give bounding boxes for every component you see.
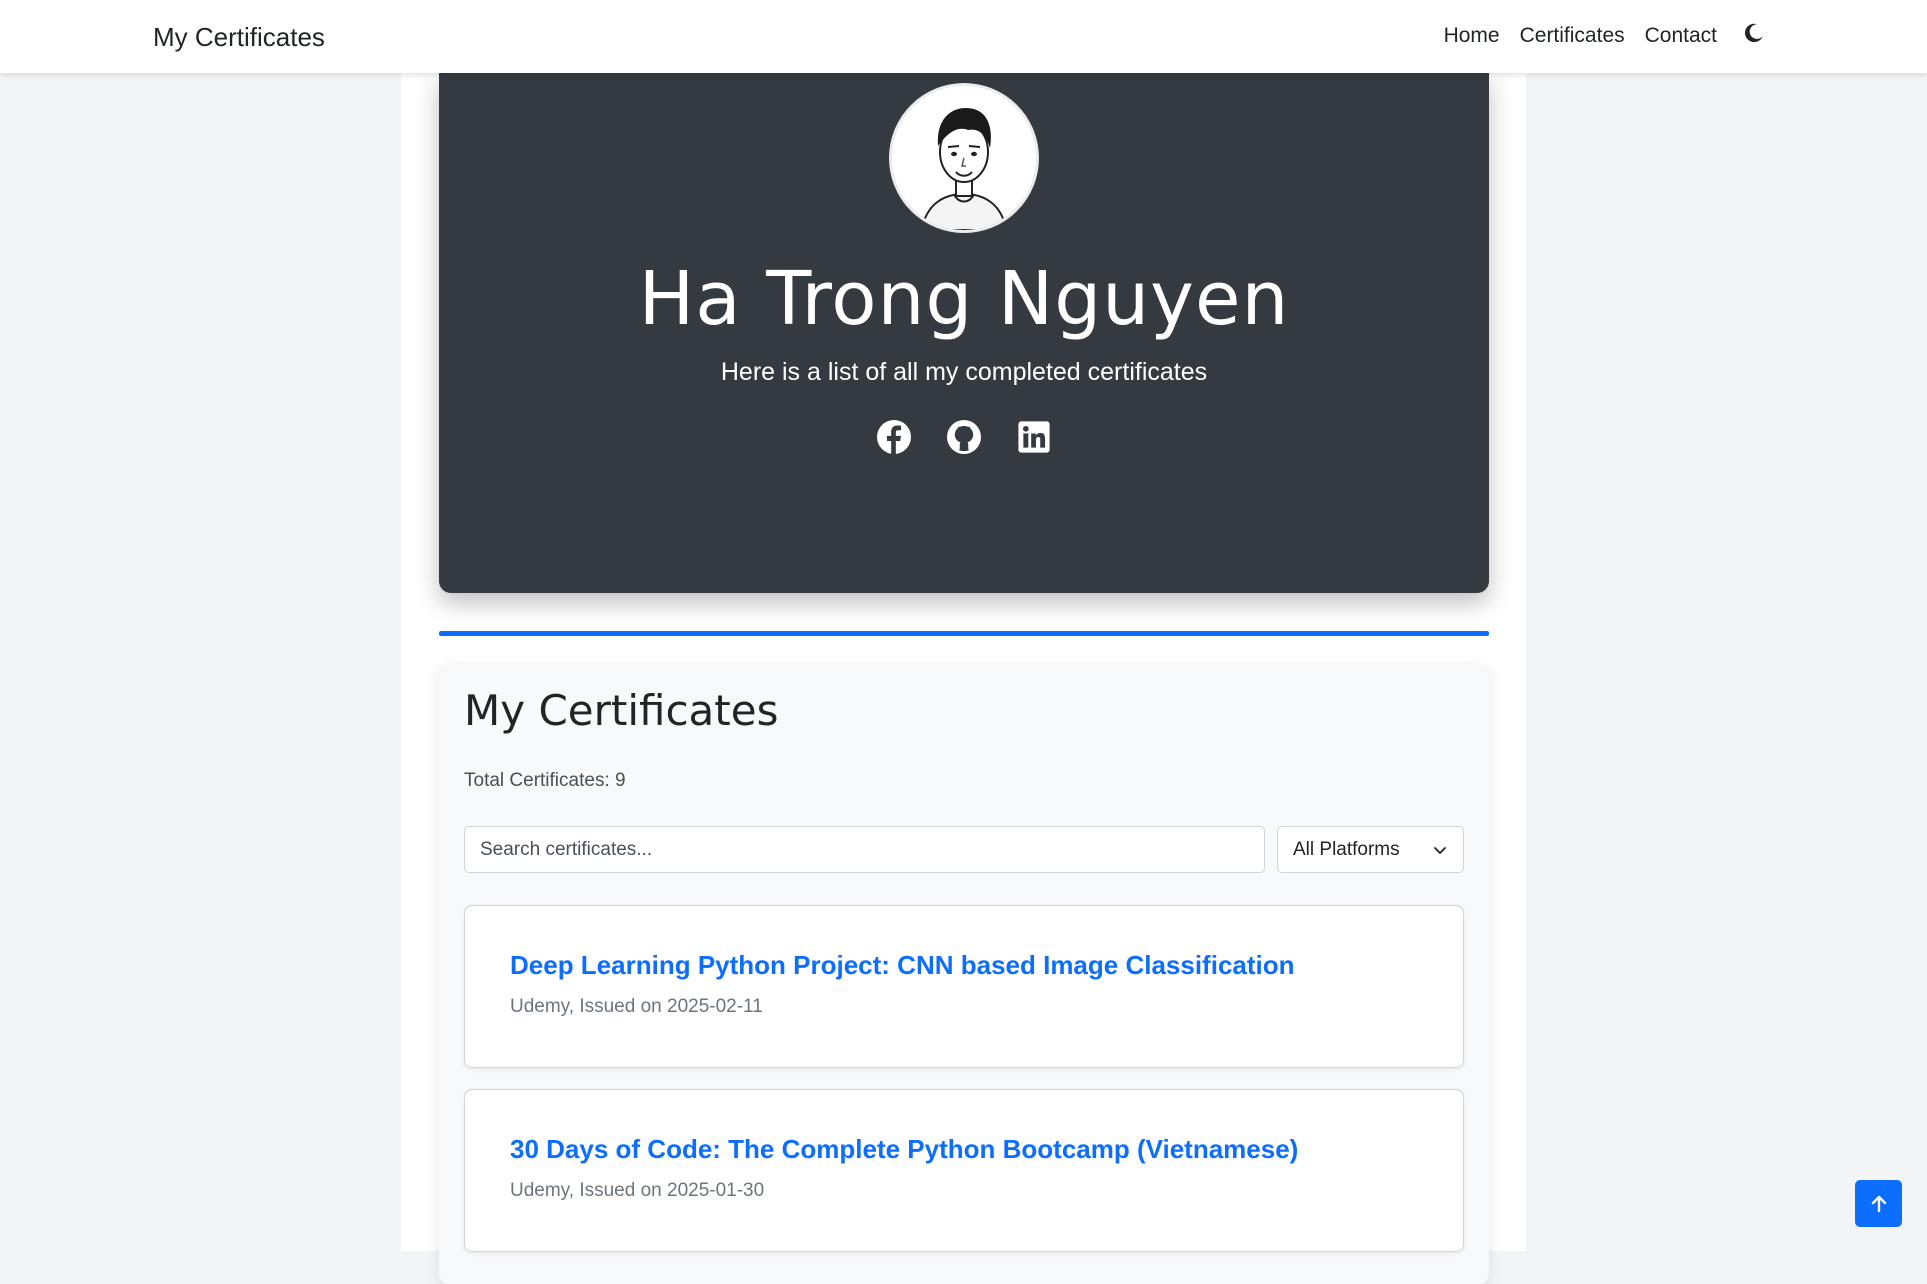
top-navbar: My Certificates Home Certificates Contac… — [0, 0, 1927, 73]
social-links — [439, 420, 1489, 454]
facebook-icon[interactable] — [877, 420, 911, 454]
nav-link-home[interactable]: Home — [1444, 24, 1500, 48]
certificates-title: My Certificates — [464, 686, 779, 735]
nav-link-contact[interactable]: Contact — [1645, 24, 1717, 48]
platform-filter-select[interactable]: All Platforms — [1277, 826, 1464, 873]
section-divider — [439, 631, 1489, 636]
certificate-card: 30 Days of Code: The Complete Python Boo… — [464, 1089, 1464, 1252]
certificate-title-link[interactable]: Deep Learning Python Project: CNN based … — [510, 950, 1295, 981]
certificate-meta: Udemy, Issued on 2025-02-11 — [510, 996, 763, 1017]
search-input[interactable] — [464, 826, 1265, 873]
total-certificates: Total Certificates: 9 — [464, 770, 626, 792]
certificate-title-link[interactable]: 30 Days of Code: The Complete Python Boo… — [510, 1134, 1298, 1165]
nav-link-certificates[interactable]: Certificates — [1520, 24, 1625, 48]
certificate-card: Deep Learning Python Project: CNN based … — [464, 905, 1464, 1068]
navbar-brand[interactable]: My Certificates — [153, 22, 325, 53]
hero-name: Ha Trong Nguyen — [638, 256, 1290, 342]
avatar — [889, 83, 1039, 233]
arrow-up-icon — [1871, 1195, 1886, 1212]
platform-filter-value: All Platforms — [1293, 838, 1400, 860]
scroll-to-top-button[interactable] — [1855, 1180, 1902, 1227]
nav-links: Home Certificates Contact — [1424, 22, 1765, 48]
certificate-meta: Udemy, Issued on 2025-01-30 — [510, 1180, 765, 1201]
moon-icon[interactable] — [1743, 22, 1765, 44]
chevron-down-icon — [1434, 846, 1446, 854]
github-icon[interactable] — [947, 420, 981, 454]
avatar-illustration — [892, 86, 1036, 230]
total-certificates-label: Total Certificates: 9 — [464, 770, 626, 791]
hero-subtitle: Here is a list of all my completed certi… — [720, 358, 1208, 386]
linkedin-icon[interactable] — [1017, 420, 1051, 454]
